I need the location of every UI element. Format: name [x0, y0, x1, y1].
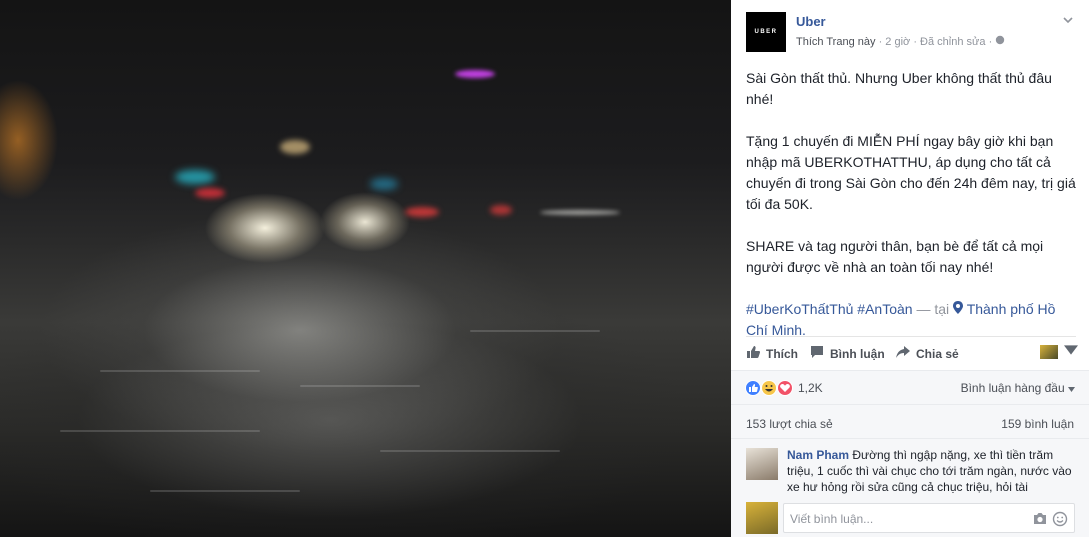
love-reaction-icon[interactable]	[777, 380, 793, 396]
photo-viewer: UBER Uber Thích Trang này · 2 giờ · Đã c…	[0, 0, 1089, 537]
comment-input-placeholder: Viết bình luận...	[790, 512, 874, 526]
share-label: Chia sẻ	[916, 346, 959, 361]
write-comment-area: Viết bình luận...	[731, 498, 1089, 537]
hashtag-link[interactable]: #AnToàn	[857, 301, 912, 317]
post-paragraph: SHARE và tag người thân, bạn bè để tất c…	[746, 238, 1044, 275]
page-name-link[interactable]: Uber	[796, 14, 826, 29]
reactions-bar: 1,2K Bình luận hàng đầu	[731, 370, 1089, 404]
post-actions: Thích Bình luận Chia sẻ	[746, 336, 1078, 368]
top-comments-label: Bình luận hàng đầu	[960, 381, 1065, 395]
comment-input[interactable]: Viết bình luận...	[783, 503, 1075, 533]
post-photo[interactable]	[0, 0, 731, 537]
page-avatar-small	[1040, 344, 1058, 359]
haha-reaction-icon[interactable]	[761, 380, 777, 396]
post-panel: UBER Uber Thích Trang này · 2 giờ · Đã c…	[731, 0, 1089, 537]
current-user-avatar	[746, 502, 778, 534]
shares-count-link[interactable]: 153 lượt chia sẻ	[746, 417, 833, 431]
post-stats: 153 lượt chia sẻ 159 bình luận	[731, 404, 1089, 438]
post-paragraph: Tặng 1 chuyến đi MIỄN PHÍ ngay bây giờ k…	[746, 133, 1076, 212]
comment-label: Bình luận	[830, 346, 885, 361]
like-label: Thích	[766, 346, 798, 361]
commenter-avatar[interactable]	[746, 448, 778, 480]
top-comments-dropdown[interactable]: Bình luận hàng đầu	[961, 381, 1075, 395]
post-as-selector[interactable]	[1040, 343, 1078, 360]
like-button[interactable]: Thích	[746, 345, 798, 362]
like-reaction-icon[interactable]	[745, 380, 761, 396]
smiley-icon[interactable]	[1052, 511, 1068, 527]
meta-separator: ·	[913, 36, 917, 48]
at-label: — tại	[916, 301, 950, 317]
location-pin-icon	[953, 301, 964, 317]
post-body: Sài Gòn thất thủ. Nhưng Uber không thất …	[746, 68, 1076, 341]
comment-icon	[810, 345, 824, 362]
reaction-count[interactable]: 1,2K	[798, 381, 823, 395]
post-paragraph: Sài Gòn thất thủ. Nhưng Uber không thất …	[746, 70, 1052, 107]
meta-separator: ·	[878, 36, 883, 48]
post-tags: #UberKoThấtThủ #AnToàn — tại Thành phố H…	[746, 299, 1076, 341]
camera-icon[interactable]	[1032, 511, 1048, 527]
comments-count-link[interactable]: 159 bình luận	[1001, 417, 1074, 431]
chevron-down-icon[interactable]	[1062, 14, 1074, 26]
post-time[interactable]: 2 giờ	[885, 36, 910, 48]
globe-icon	[995, 35, 1005, 48]
comment-body: Nam Pham Đường thì ngập nặng, xe thì tiề…	[787, 447, 1077, 495]
caret-down-icon	[1064, 343, 1078, 360]
share-arrow-icon	[896, 345, 910, 362]
comment-item: Nam Pham Đường thì ngập nặng, xe thì tiề…	[731, 438, 1089, 498]
page-avatar[interactable]: UBER	[746, 12, 786, 52]
edited-label[interactable]: Đã chỉnh sửa	[920, 36, 985, 48]
caret-down-icon	[1068, 381, 1075, 395]
hashtag-link[interactable]: #UberKoThấtThủ	[746, 301, 853, 317]
like-page-link[interactable]: Thích Trang này	[796, 36, 876, 48]
post-meta: Thích Trang này · 2 giờ · Đã chỉnh sửa ·	[796, 35, 1005, 48]
post-header: UBER Uber Thích Trang này · 2 giờ · Đã c…	[746, 12, 1076, 52]
page-logo-text: UBER	[754, 29, 778, 35]
thumbs-up-icon	[746, 345, 760, 362]
commenter-name-link[interactable]: Nam Pham	[787, 448, 849, 462]
comment-button[interactable]: Bình luận	[810, 345, 885, 362]
meta-separator: ·	[988, 36, 993, 48]
share-button[interactable]: Chia sẻ	[896, 345, 959, 362]
